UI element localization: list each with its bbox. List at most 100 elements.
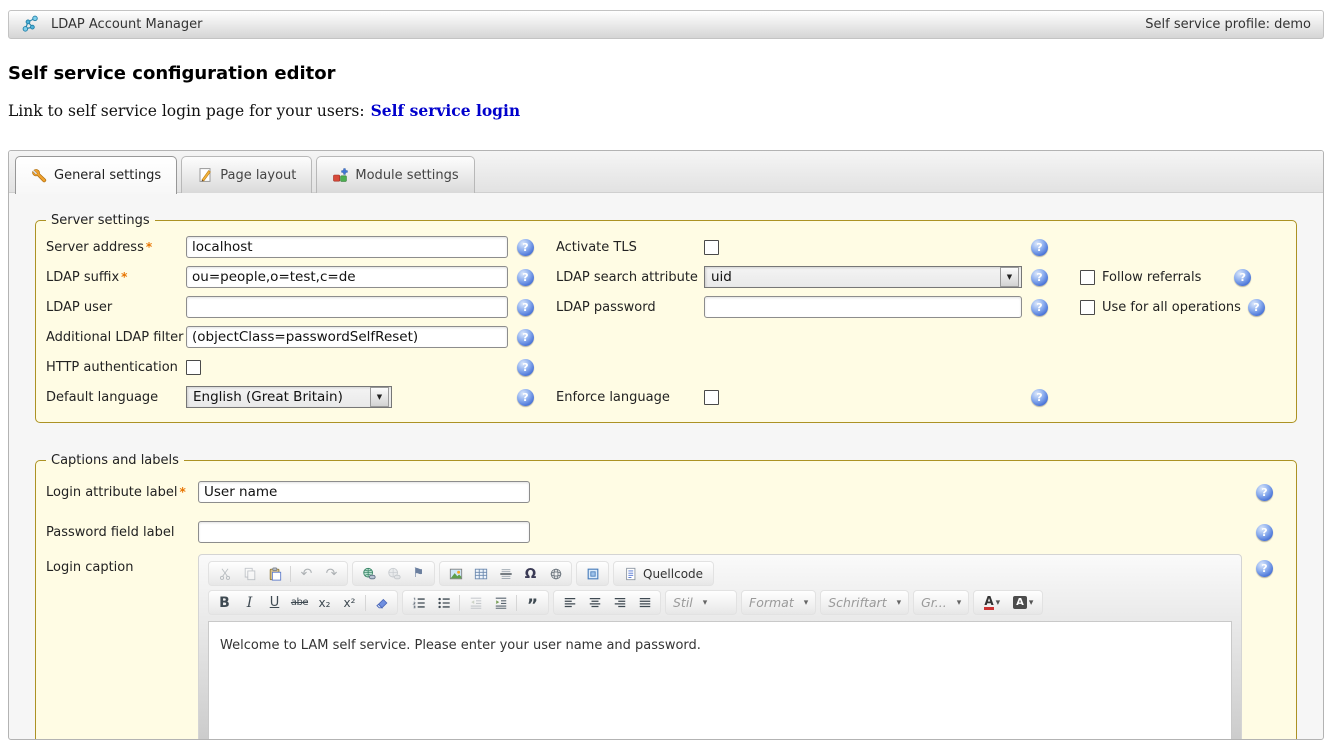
follow-referrals-help-icon[interactable]: ? bbox=[1234, 269, 1251, 286]
ldap-password-input[interactable] bbox=[704, 296, 1022, 318]
self-service-login-link[interactable]: Self service login bbox=[371, 101, 521, 120]
form-row: Additional LDAP filter ? bbox=[46, 322, 1286, 352]
align-center-button[interactable] bbox=[582, 592, 607, 614]
follow-referrals-checkbox[interactable] bbox=[1080, 270, 1095, 285]
login-link-prefix: Link to self service login page for your… bbox=[8, 102, 365, 120]
table-button[interactable] bbox=[468, 563, 493, 585]
numbered-list-icon bbox=[412, 596, 426, 610]
login-attribute-input[interactable] bbox=[198, 481, 530, 503]
paste-icon bbox=[268, 567, 282, 581]
source-button[interactable]: Quellcode bbox=[617, 563, 710, 585]
undo-button[interactable]: ↶ bbox=[294, 563, 319, 585]
bulleted-list-button[interactable] bbox=[431, 592, 456, 614]
anchor-button[interactable]: ⚑ bbox=[406, 563, 431, 585]
required-marker: * bbox=[121, 270, 127, 284]
tab-general-settings[interactable]: General settings bbox=[15, 156, 177, 194]
blockquote-button[interactable]: ” bbox=[520, 589, 545, 617]
image-button[interactable] bbox=[443, 563, 468, 585]
chevron-down-icon: ▾ bbox=[804, 598, 809, 608]
font-dropdown[interactable]: Schriftart ▾ bbox=[820, 590, 909, 615]
use-for-all-operations-help-icon[interactable]: ? bbox=[1248, 299, 1265, 316]
enforce-language-checkbox[interactable] bbox=[704, 390, 719, 405]
ldap-password-help-icon[interactable]: ? bbox=[1031, 299, 1048, 316]
horizontal-rule-button[interactable] bbox=[493, 563, 518, 585]
selected-value: uid bbox=[711, 269, 994, 285]
server-address-help-icon[interactable]: ? bbox=[517, 239, 534, 256]
strikethrough-button[interactable]: abe bbox=[287, 592, 312, 614]
default-language-help-icon[interactable]: ? bbox=[517, 389, 534, 406]
tab-page-layout-label: Page layout bbox=[220, 168, 296, 183]
page-title: Self service configuration editor bbox=[8, 63, 1332, 84]
scissors-icon bbox=[218, 567, 232, 581]
label-text: LDAP user bbox=[46, 300, 112, 315]
text-color-button[interactable]: A ▾ bbox=[977, 592, 1007, 614]
form-row: HTTP authentication ? bbox=[46, 352, 1286, 382]
superscript-button[interactable]: x² bbox=[337, 592, 362, 614]
redo-button[interactable]: ↷ bbox=[319, 563, 344, 585]
maximize-button[interactable] bbox=[580, 563, 605, 585]
additional-ldap-filter-help-icon[interactable]: ? bbox=[517, 329, 534, 346]
editor-content[interactable]: Welcome to LAM self service. Please ente… bbox=[208, 621, 1232, 740]
login-attribute-label: Login attribute label* bbox=[46, 485, 198, 500]
server-address-input[interactable] bbox=[186, 236, 508, 258]
outdent-button[interactable] bbox=[463, 592, 488, 614]
ldap-search-attribute-help-icon[interactable]: ? bbox=[1031, 269, 1048, 286]
numbered-list-button[interactable] bbox=[406, 592, 431, 614]
size-dropdown[interactable]: Gr... ▾ bbox=[913, 590, 969, 615]
chevron-down-icon: ▾ bbox=[957, 598, 962, 608]
label-text: LDAP password bbox=[556, 300, 656, 315]
label-text: Default language bbox=[46, 390, 158, 405]
default-language-select[interactable]: English (Great Britain) ▼ bbox=[186, 386, 392, 408]
copy-button[interactable] bbox=[237, 563, 262, 585]
http-authentication-checkbox[interactable] bbox=[186, 360, 201, 375]
ldap-suffix-input[interactable] bbox=[186, 266, 508, 288]
ldap-user-help-icon[interactable]: ? bbox=[517, 299, 534, 316]
background-color-icon: A bbox=[1013, 596, 1027, 609]
use-for-all-operations-checkbox[interactable] bbox=[1080, 300, 1095, 315]
align-justify-button[interactable] bbox=[632, 592, 657, 614]
maximize-icon bbox=[586, 567, 600, 581]
underline-button[interactable]: U bbox=[262, 592, 287, 614]
align-right-icon bbox=[613, 596, 627, 610]
form-row: Password field label ? bbox=[46, 512, 1286, 552]
chevron-down-icon: ▾ bbox=[703, 598, 708, 608]
use-for-all-operations-label: Use for all operations bbox=[1102, 300, 1241, 315]
http-authentication-help-icon[interactable]: ? bbox=[517, 359, 534, 376]
activate-tls-checkbox[interactable] bbox=[704, 240, 719, 255]
activate-tls-help-icon[interactable]: ? bbox=[1031, 239, 1048, 256]
additional-ldap-filter-label: Additional LDAP filter bbox=[46, 330, 186, 345]
tab-module-settings[interactable]: Module settings bbox=[316, 156, 474, 193]
label-text: Additional LDAP filter bbox=[46, 330, 184, 345]
iframe-button[interactable] bbox=[543, 563, 568, 585]
align-right-button[interactable] bbox=[607, 592, 632, 614]
align-left-icon bbox=[563, 596, 577, 610]
tab-page-layout[interactable]: Page layout bbox=[181, 156, 312, 193]
bold-button[interactable]: B bbox=[212, 592, 237, 614]
format-dropdown[interactable]: Format ▾ bbox=[741, 590, 816, 615]
unlink-button[interactable] bbox=[381, 563, 406, 585]
subscript-button[interactable]: x₂ bbox=[312, 592, 337, 614]
eraser-icon bbox=[375, 596, 389, 610]
login-attribute-help-icon[interactable]: ? bbox=[1256, 484, 1273, 501]
label-text: LDAP search attribute bbox=[556, 270, 698, 285]
background-color-button[interactable]: A ▾ bbox=[1007, 592, 1039, 614]
align-left-button[interactable] bbox=[557, 592, 582, 614]
link-button[interactable] bbox=[356, 563, 381, 585]
styles-dropdown[interactable]: Stil ▾ bbox=[665, 590, 737, 615]
indent-button[interactable] bbox=[488, 592, 513, 614]
enforce-language-help-icon[interactable]: ? bbox=[1031, 389, 1048, 406]
ldap-user-input[interactable] bbox=[186, 296, 508, 318]
remove-format-button[interactable] bbox=[369, 592, 394, 614]
app-header: LDAP Account Manager Self service profil… bbox=[8, 10, 1324, 39]
ldap-suffix-help-icon[interactable]: ? bbox=[517, 269, 534, 286]
ldap-search-attribute-select[interactable]: uid ▼ bbox=[704, 266, 1022, 288]
italic-button[interactable]: I bbox=[237, 592, 262, 614]
paste-button[interactable] bbox=[262, 563, 287, 585]
ldap-password-label: LDAP password bbox=[556, 300, 704, 315]
password-field-input[interactable] bbox=[198, 521, 530, 543]
login-caption-help-icon[interactable]: ? bbox=[1256, 560, 1273, 577]
cut-button[interactable] bbox=[212, 563, 237, 585]
special-character-button[interactable]: Ω bbox=[518, 563, 543, 585]
additional-ldap-filter-input[interactable] bbox=[186, 326, 508, 348]
password-field-help-icon[interactable]: ? bbox=[1256, 524, 1273, 541]
